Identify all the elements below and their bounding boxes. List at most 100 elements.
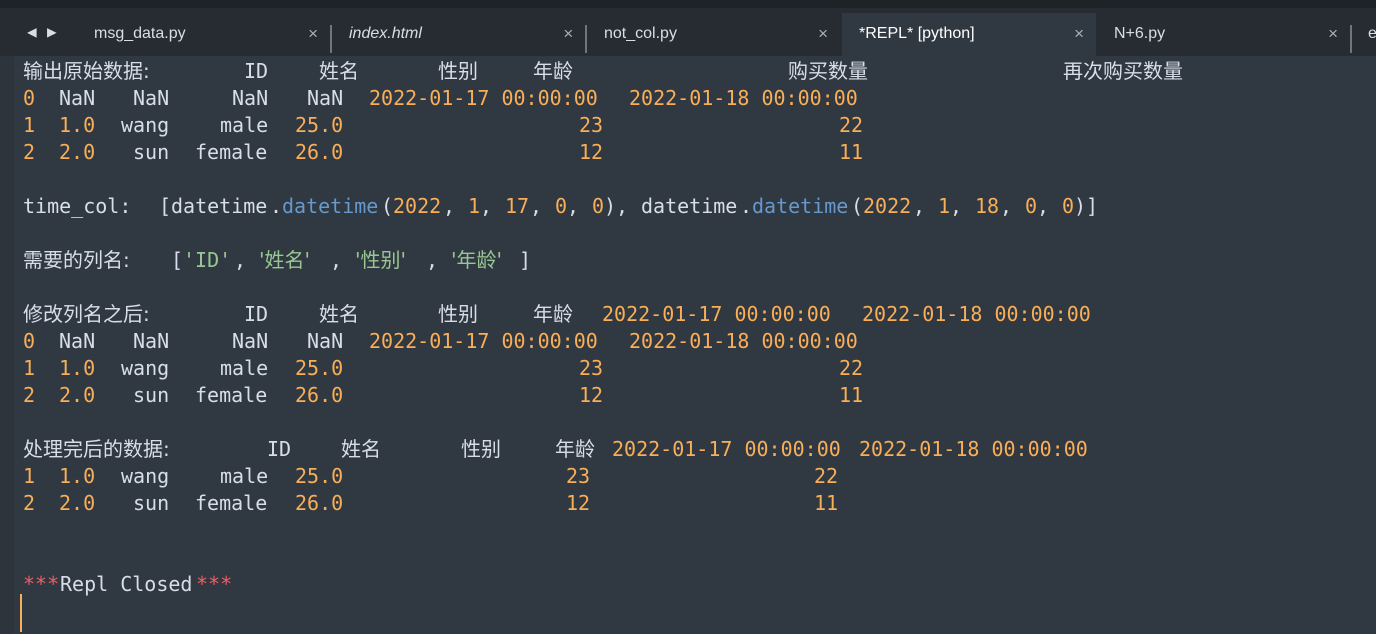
- tab-repl-python[interactable]: *REPL* [python] ×: [842, 13, 1096, 56]
- cell: 25.0: [295, 113, 344, 137]
- col-header: 2022-01-18 00:00:00: [859, 437, 1088, 461]
- output-line-processed-header: 处理完后的数据: ID 姓名 性别 年龄 2022-01-17 00:00:00…: [23, 436, 1363, 463]
- col-header: 2022-01-17 00:00:00: [602, 302, 831, 326]
- renamed-label: 修改列名之后:: [23, 302, 150, 326]
- cell: male: [220, 113, 269, 137]
- bracket: [: [171, 248, 184, 272]
- cell: sun: [133, 140, 170, 164]
- cell: female: [195, 140, 268, 164]
- tab-scroll-right-icon[interactable]: ▶: [47, 22, 57, 41]
- repl-closed-text: Repl Closed: [60, 572, 193, 596]
- cell: 26.0: [295, 140, 344, 164]
- stars: ***: [196, 572, 233, 596]
- repl-output[interactable]: 输出原始数据: ID 姓名 性别 年龄 购买数量 再次购买数量 0 NaN Na…: [23, 58, 1363, 598]
- arg: 0: [555, 194, 568, 218]
- cell: 2022-01-18 00:00:00: [629, 86, 858, 110]
- cell: 26.0: [295, 383, 344, 407]
- arg: 2022: [393, 194, 442, 218]
- cell: 12: [579, 140, 604, 164]
- comma: ,: [234, 248, 247, 272]
- cell: 12: [566, 491, 591, 515]
- comma: ,: [530, 194, 543, 218]
- bracket: ]: [1086, 194, 1099, 218]
- dot: .: [740, 194, 753, 218]
- repl-closed-message: *** Repl Closed ***: [23, 571, 1363, 598]
- tab-label: *REPL* [python]: [859, 25, 975, 42]
- output-line-original-header: 输出原始数据: ID 姓名 性别 年龄 购买数量 再次购买数量: [23, 58, 1363, 85]
- tab-label: e: [1368, 25, 1376, 42]
- arg: 0: [1025, 194, 1038, 218]
- comma: ,: [330, 248, 343, 272]
- cell: NaN: [133, 86, 170, 110]
- cell: NaN: [307, 329, 344, 353]
- cell: 1.0: [59, 464, 96, 488]
- close-icon[interactable]: ×: [308, 24, 318, 44]
- list-item: '姓名': [259, 248, 310, 272]
- window-top-strip: [0, 0, 1376, 8]
- col-header: 年龄: [533, 59, 573, 83]
- cell: 22: [839, 356, 864, 380]
- cell: wang: [121, 356, 170, 380]
- comma: ,: [480, 194, 493, 218]
- col-header: ID: [244, 59, 269, 83]
- needed-label: 需要的列名:: [23, 248, 130, 272]
- comma: ,: [950, 194, 963, 218]
- close-icon[interactable]: ×: [1328, 24, 1338, 44]
- cell: male: [220, 356, 269, 380]
- module-name: datetime: [171, 194, 268, 218]
- tab-label: N+6.py: [1114, 25, 1166, 42]
- comma: ,: [426, 248, 439, 272]
- output-line-renamed-header: 修改列名之后: ID 姓名 性别 年龄 2022-01-17 00:00:00 …: [23, 301, 1363, 328]
- comma: ,: [567, 194, 580, 218]
- comma: ,: [1000, 194, 1013, 218]
- arg: 1: [938, 194, 951, 218]
- cell: NaN: [133, 329, 170, 353]
- tab-not-col-py[interactable]: not_col.py ×: [584, 13, 840, 56]
- col-header: 再次购买数量: [1063, 59, 1183, 83]
- row-index: 1: [23, 356, 36, 380]
- paren: ): [604, 194, 617, 218]
- paren: ): [1074, 194, 1087, 218]
- cell: 11: [839, 383, 864, 407]
- col-header: 性别: [438, 59, 478, 83]
- col-header: 性别: [461, 437, 501, 461]
- paren: (: [381, 194, 394, 218]
- col-header: ID: [267, 437, 292, 461]
- tab-n6-py[interactable]: N+6.py ×: [1094, 13, 1350, 56]
- cell: 11: [839, 140, 864, 164]
- cell: 25.0: [295, 356, 344, 380]
- function-name: datetime: [752, 194, 849, 218]
- cell: 1.0: [59, 113, 96, 137]
- original-label: 输出原始数据:: [23, 59, 150, 83]
- editor-gutter: [0, 56, 14, 634]
- close-icon[interactable]: ×: [563, 24, 573, 44]
- tab-label: index.html: [349, 25, 422, 42]
- cell: sun: [133, 491, 170, 515]
- list-item: '性别': [355, 248, 406, 272]
- col-header: 年龄: [533, 302, 573, 326]
- row-index: 1: [23, 113, 36, 137]
- cell: 12: [579, 383, 604, 407]
- tab-scroll-left-icon[interactable]: ◀: [27, 22, 37, 41]
- cell: NaN: [232, 329, 269, 353]
- col-header: 年龄: [555, 437, 595, 461]
- output-line-time-col: time_col: [ datetime . datetime ( 2022 ,…: [23, 193, 1363, 220]
- bracket: [: [159, 194, 172, 218]
- row-index: 0: [23, 329, 36, 353]
- close-icon[interactable]: ×: [818, 24, 828, 44]
- tab-overflow[interactable]: e: [1350, 13, 1376, 56]
- cell: 22: [839, 113, 864, 137]
- cell: sun: [133, 383, 170, 407]
- tab-index-html[interactable]: index.html ×: [329, 13, 585, 56]
- close-icon[interactable]: ×: [1074, 24, 1084, 44]
- tab-label: msg_data.py: [94, 25, 186, 42]
- stars: ***: [23, 572, 60, 596]
- comma: ,: [913, 194, 926, 218]
- cell: 2.0: [59, 383, 96, 407]
- cell: 2.0: [59, 140, 96, 164]
- tab-msg-data-py[interactable]: msg_data.py ×: [74, 13, 330, 56]
